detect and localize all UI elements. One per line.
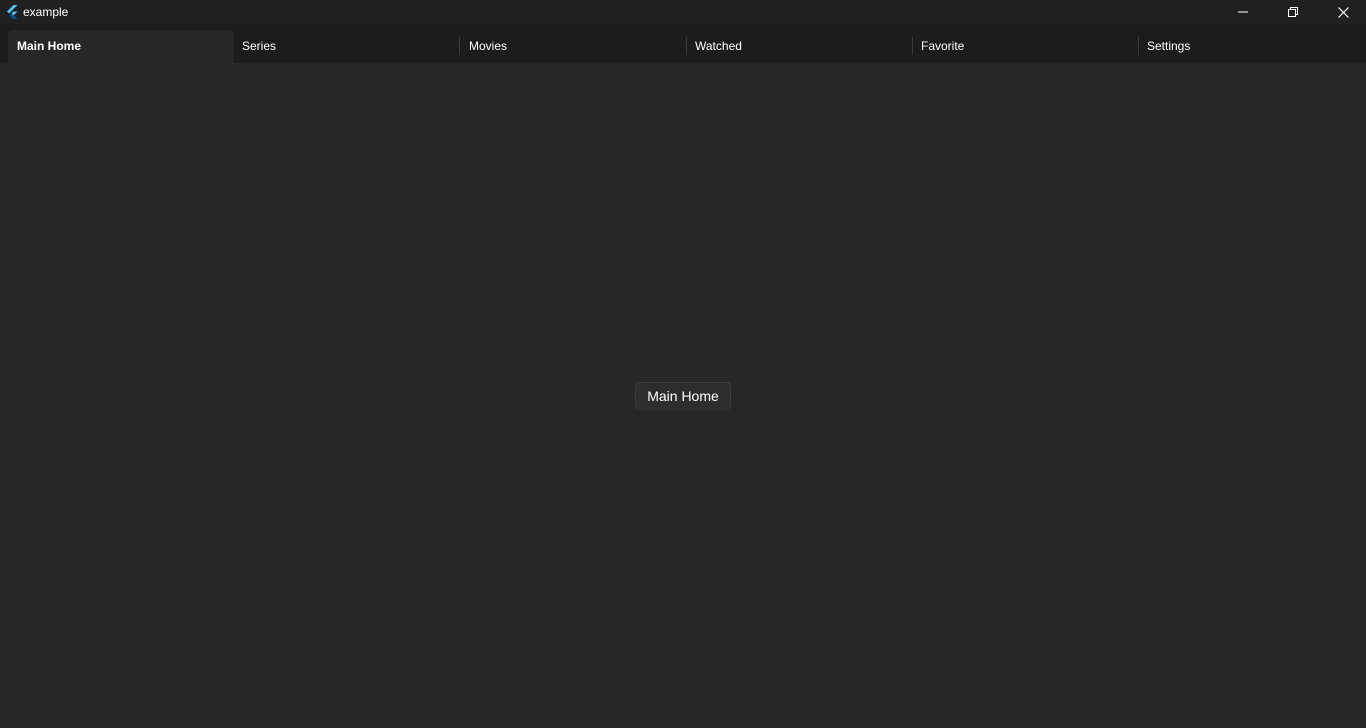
tab-series[interactable]: Series [233,30,459,63]
minimize-button[interactable] [1220,0,1266,24]
maximize-button[interactable] [1270,0,1316,24]
tab-favorite[interactable]: Favorite [912,30,1138,63]
tab-label: Favorite [921,39,965,53]
close-icon [1337,6,1349,18]
tab-content: Main Home [0,63,1366,728]
tab-label: Movies [469,39,508,53]
tab-settings[interactable]: Settings [1138,30,1364,63]
minimize-icon [1238,11,1248,13]
flutter-logo-icon [7,5,18,19]
close-button[interactable] [1320,0,1366,24]
tab-movies[interactable]: Movies [460,30,686,63]
tab-label: Settings [1147,39,1191,53]
tab-main-home[interactable]: Main Home [8,30,234,63]
tab-label: Series [242,39,277,53]
tab-label: Watched [695,39,742,53]
tab-label: Main Home [17,39,82,53]
window-title: example [23,5,69,19]
app-window: example Main Home Series Movies Watched … [0,0,1366,728]
title-bar[interactable]: example [0,0,1366,24]
main-home-button[interactable]: Main Home [635,382,731,410]
tab-bar: Main Home Series Movies Watched Favorite… [0,24,1366,63]
tab-watched[interactable]: Watched [686,30,912,63]
restore-icon [1288,7,1298,17]
